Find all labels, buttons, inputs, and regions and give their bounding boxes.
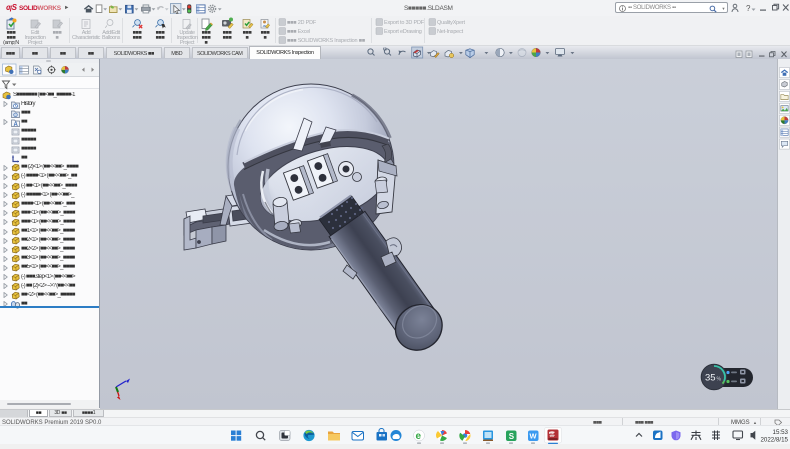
svg-text:35: 35 — [705, 373, 716, 384]
svg-text:W: W — [530, 432, 538, 441]
svg-text:2022/8/15: 2022/8/15 — [760, 437, 788, 444]
svg-text:S: S — [509, 432, 515, 441]
svg-text:%: % — [717, 377, 722, 383]
svg-text:e: e — [416, 431, 422, 442]
svg-text:15:53: 15:53 — [773, 429, 789, 436]
svg-text:?: ? — [746, 4, 751, 13]
